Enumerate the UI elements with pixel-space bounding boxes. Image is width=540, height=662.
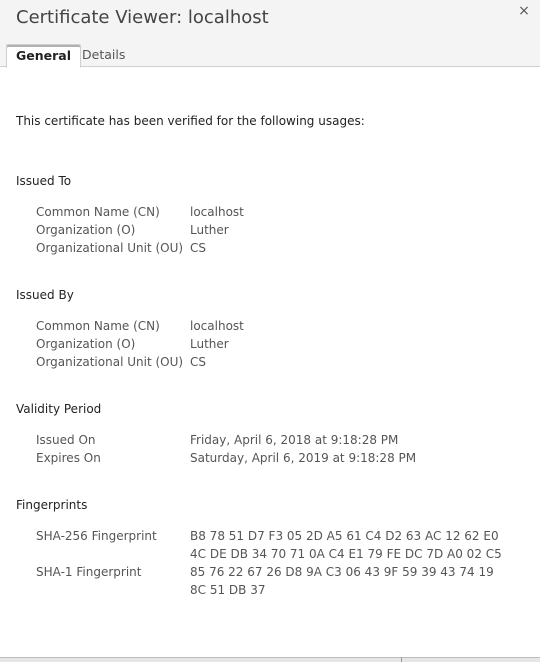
issued-to-cn-row: Common Name (CN) localhost: [36, 205, 526, 223]
field-label: SHA-1 Fingerprint: [36, 565, 142, 579]
field-value: localhost: [190, 205, 244, 219]
issued-by-o-row: Organization (O) Luther: [36, 337, 526, 355]
close-icon[interactable]: ×: [517, 3, 531, 19]
field-value: Luther: [190, 223, 229, 237]
validity-period-heading: Validity Period: [16, 402, 102, 416]
field-label: Organizational Unit (OU): [36, 241, 184, 255]
issued-by-cn-row: Common Name (CN) localhost: [36, 319, 526, 337]
sha256-row-continued: 4C DE DB 34 70 71 0A C4 E1 79 FE DC 7D A…: [36, 547, 526, 565]
field-value: Friday, April 6, 2018 at 9:18:28 PM: [190, 433, 399, 447]
tab-details[interactable]: Details: [73, 44, 134, 68]
field-label: Organizational Unit (OU): [36, 355, 184, 369]
field-label: Issued On: [36, 433, 96, 447]
verification-text: This certificate has been verified for t…: [16, 114, 365, 128]
field-label: SHA-256 Fingerprint: [36, 529, 157, 543]
field-value: 85 76 22 67 26 D8 9A C3 06 43 9F 59 39 4…: [190, 565, 494, 579]
general-panel: This certificate has been verified for t…: [0, 67, 540, 657]
expires-on-row: Expires On Saturday, April 6, 2019 at 9:…: [36, 451, 526, 469]
field-value: Saturday, April 6, 2019 at 9:18:28 PM: [190, 451, 417, 465]
field-label: Common Name (CN): [36, 319, 160, 333]
bottom-border: [0, 657, 540, 662]
field-value: B8 78 51 D7 F3 05 2D A5 61 C4 D2 63 AC 1…: [190, 529, 499, 543]
field-value: localhost: [190, 319, 244, 333]
sha256-row: SHA-256 Fingerprint B8 78 51 D7 F3 05 2D…: [36, 529, 526, 547]
field-value: Luther: [190, 337, 229, 351]
issued-to-ou-row: Organizational Unit (OU) CS: [36, 241, 526, 259]
field-label: Common Name (CN): [36, 205, 160, 219]
field-value: CS: [190, 355, 206, 369]
sha1-row: SHA-1 Fingerprint 85 76 22 67 26 D8 9A C…: [36, 565, 526, 583]
field-label: Organization (O): [36, 223, 136, 237]
field-value: 4C DE DB 34 70 71 0A C4 E1 79 FE DC 7D A…: [190, 547, 502, 561]
sha1-row-continued: 8C 51 DB 37: [36, 583, 526, 601]
title-bar: Certificate Viewer: localhost ×: [0, 0, 540, 38]
field-label: Organization (O): [36, 337, 136, 351]
field-value: 8C 51 DB 37: [190, 583, 266, 597]
issued-on-row: Issued On Friday, April 6, 2018 at 9:18:…: [36, 433, 526, 451]
window-title: Certificate Viewer: localhost: [16, 7, 269, 28]
issued-by-heading: Issued By: [16, 288, 74, 302]
bottom-divider: [401, 657, 402, 662]
certificate-viewer-dialog: Certificate Viewer: localhost × General …: [0, 0, 540, 662]
issued-by-ou-row: Organizational Unit (OU) CS: [36, 355, 526, 373]
tab-bar: General Details: [0, 38, 540, 68]
issued-to-heading: Issued To: [16, 174, 72, 188]
tab-general[interactable]: General: [6, 44, 81, 68]
fingerprints-heading: Fingerprints: [16, 498, 88, 512]
field-label: Expires On: [36, 451, 101, 465]
field-value: CS: [190, 241, 206, 255]
issued-to-o-row: Organization (O) Luther: [36, 223, 526, 241]
